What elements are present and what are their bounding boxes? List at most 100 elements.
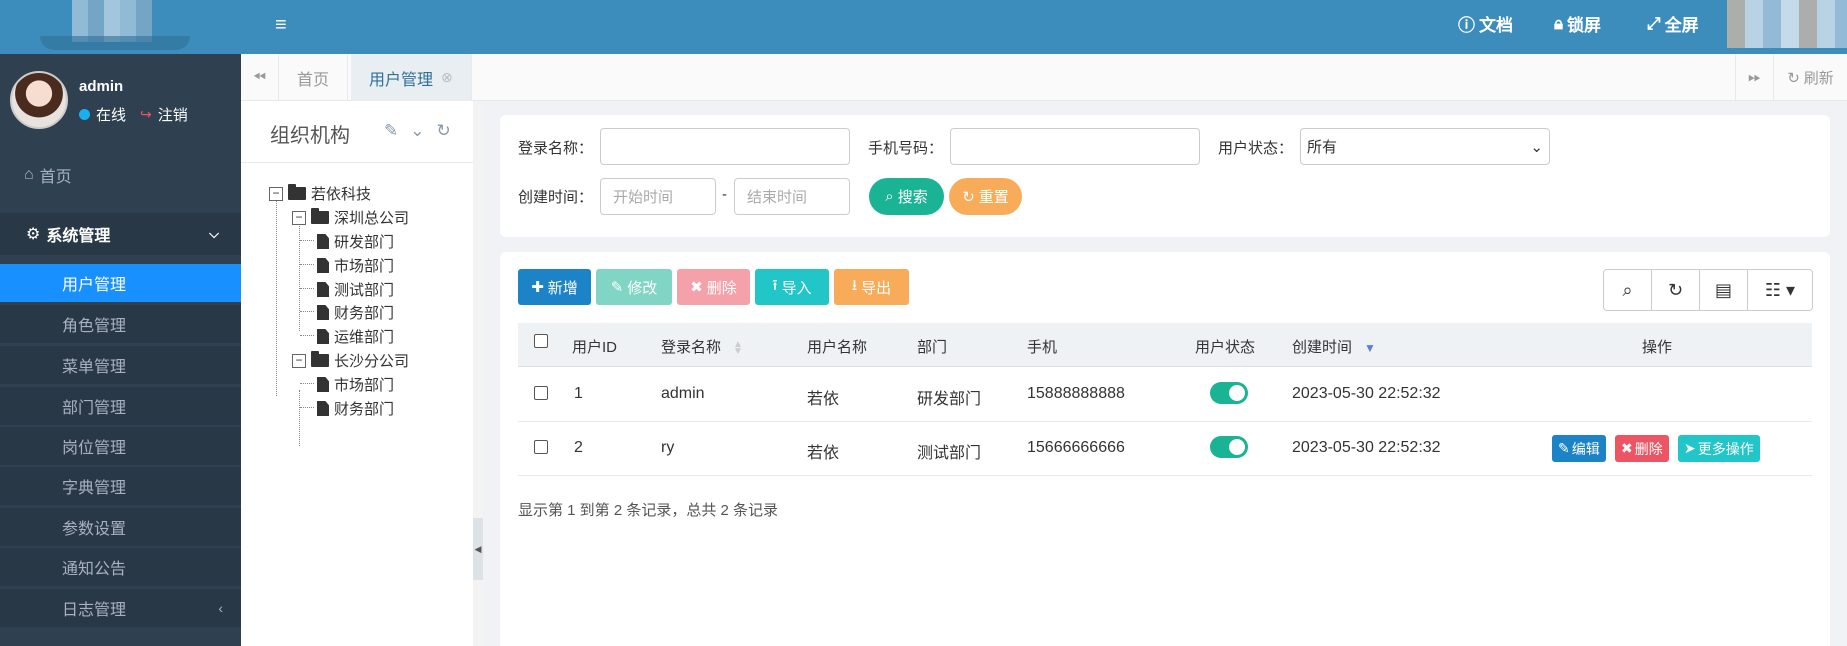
tab-scroll-right-icon[interactable]: ⏩︎ (1735, 54, 1773, 101)
sort-icon: ▲ ▼ (733, 339, 743, 358)
columns-icon[interactable]: ☷ ▾ (1748, 270, 1812, 310)
question-icon: ⓘ (1458, 16, 1475, 35)
row-checkbox[interactable] (534, 386, 548, 400)
tree-node-branch[interactable]: − 深圳总公司 (292, 207, 409, 228)
logout-link[interactable]: 注销 (158, 104, 188, 125)
col-header-login[interactable]: 登录名称 ▲ ▼ (661, 336, 743, 357)
sidebar-item-home[interactable]: ⌂ 首页 (0, 158, 241, 192)
delete-button[interactable]: ✖ 删除 (677, 269, 750, 305)
import-button[interactable]: ⭱ 导入 (755, 269, 829, 305)
docs-link[interactable]: ⓘ 文档 (1458, 11, 1513, 36)
collapse-toggle-icon[interactable]: − (292, 353, 306, 368)
tree-node-label: 测试部门 (334, 282, 395, 299)
tab-home[interactable]: 首页 (279, 54, 349, 101)
tree-line (300, 407, 314, 408)
phone-label: 手机号码： (868, 140, 944, 157)
tree-node-leaf[interactable]: 运维部门 (300, 326, 394, 347)
tab-scroll-left-icon[interactable]: ⏪︎ (241, 54, 279, 101)
search-icon[interactable]: ⌕ (1604, 270, 1652, 310)
logo-shadow (40, 36, 190, 50)
refresh-button[interactable]: ↻ 刷新 (1773, 54, 1847, 101)
chevron-left-icon: ‹ (218, 600, 223, 616)
search-button[interactable]: ⌕ 搜索 (869, 178, 944, 215)
select-all-checkbox[interactable] (534, 334, 548, 348)
login-name-input[interactable] (600, 128, 850, 165)
cell-name: 若依 (807, 445, 840, 462)
col-header-dept[interactable]: 部门 (917, 336, 947, 357)
user-menu-avatar[interactable] (1727, 0, 1847, 48)
collapse-toggle-icon[interactable]: − (269, 186, 283, 201)
add-button[interactable]: ✚ 新增 (518, 269, 591, 305)
sidebar-item-notices[interactable]: 通知公告 (0, 548, 241, 586)
toggle-view-icon[interactable]: ▤ (1700, 270, 1748, 310)
tab-label: 用户管理 (369, 71, 434, 89)
reset-button[interactable]: ↻ 重置 (949, 178, 1022, 215)
tree-node-leaf[interactable]: 测试部门 (300, 279, 395, 300)
sidebar-item-logs[interactable]: 日志管理 ‹ (0, 589, 241, 627)
sort-desc-icon: ▼ (1364, 341, 1376, 355)
online-label: 在线 (96, 107, 127, 124)
collapse-left-icon[interactable]: ◀ (473, 518, 483, 580)
collapse-toggle-icon[interactable]: − (292, 210, 306, 225)
org-panel: 组织机构 ✎ ⌄ ↻ − 若依科技 − 深圳总公司 研发部门 市场部门 测试部门… (241, 101, 473, 646)
search-form: 登录名称： 手机号码： 用户状态： 所有 ⌄ 创建时间： 开始时间 - 结束时间… (500, 115, 1830, 237)
tree-node-leaf[interactable]: 市场部门 (300, 255, 395, 276)
row-delete-button[interactable]: ✖ 删除 (1615, 435, 1669, 462)
refresh-icon[interactable]: ↻ (1652, 270, 1700, 310)
row-more-button[interactable]: ➤ 更多操作 (1678, 435, 1760, 462)
sidebar-item-dicts[interactable]: 字典管理 (0, 467, 241, 505)
status-select[interactable]: 所有 ⌄ (1300, 128, 1550, 165)
phone-input[interactable] (950, 128, 1200, 165)
col-header-created[interactable]: 创建时间 ▼ (1292, 336, 1376, 357)
close-icon: ✖ (1621, 440, 1633, 456)
fullscreen-link[interactable]: ⤢ 全屏 (1647, 11, 1699, 36)
tree-node-label: 财务部门 (334, 401, 395, 418)
refresh-icon[interactable]: ↻ (437, 121, 451, 141)
sidebar-group-system[interactable]: ⚙ 系统管理 ⌵ (0, 213, 241, 255)
tree-node-label: 市场部门 (334, 258, 395, 275)
lock-screen-link[interactable]: 🔒︎ 锁屏 (1554, 11, 1601, 36)
avatar[interactable] (10, 71, 68, 129)
tree-node-leaf[interactable]: 财务部门 (300, 302, 394, 323)
edit-icon[interactable]: ✎ (384, 121, 398, 141)
tree-node-leaf[interactable]: 市场部门 (300, 374, 394, 395)
refresh-label: 刷新 (1803, 70, 1834, 87)
col-header-id[interactable]: 用户ID (572, 336, 617, 357)
tree-node-root[interactable]: − 若依科技 (269, 183, 371, 204)
sidebar-item-params[interactable]: 参数设置 (0, 508, 241, 546)
col-header-status[interactable]: 用户状态 (1195, 336, 1255, 357)
status-toggle[interactable] (1210, 382, 1248, 404)
folder-open-icon (311, 208, 329, 224)
cell-name: 若依 (807, 391, 840, 408)
export-button[interactable]: ⭳ 导出 (834, 269, 909, 305)
edit-button[interactable]: ✎ 修改 (596, 269, 672, 305)
tree-node-leaf[interactable]: 研发部门 (300, 231, 394, 252)
col-header-name[interactable]: 用户名称 (807, 336, 867, 357)
logout-icon[interactable]: ↪ (140, 106, 152, 123)
tree-node-leaf[interactable]: 财务部门 (300, 398, 395, 419)
online-dot-icon (79, 109, 90, 120)
sidebar-item-label: 角色管理 (62, 318, 127, 335)
status-toggle[interactable] (1210, 436, 1248, 458)
sidebar-item-depts[interactable]: 部门管理 (0, 387, 241, 425)
row-checkbox[interactable] (534, 440, 548, 454)
menu-toggle-icon[interactable]: ≡ (275, 14, 287, 37)
chevron-down-icon[interactable]: ⌄ (410, 121, 424, 141)
sidebar-item-label: 首页 (39, 169, 72, 186)
pagination-info: 显示第 1 到第 2 条记录，总共 2 条记录 (518, 502, 779, 519)
file-icon (317, 329, 329, 344)
sidebar-item-label: 部门管理 (62, 400, 127, 417)
start-time-input[interactable]: 开始时间 (600, 178, 716, 215)
tab-user-management[interactable]: 用户管理 ⊗ (351, 54, 472, 101)
sidebar-item-posts[interactable]: 岗位管理 (0, 427, 241, 465)
end-time-input[interactable]: 结束时间 (734, 178, 850, 215)
sidebar-group-label: 系统管理 (46, 228, 111, 245)
col-header-phone[interactable]: 手机 (1027, 336, 1057, 357)
row-edit-button[interactable]: ✎ 编辑 (1552, 435, 1606, 462)
tree-line (300, 311, 314, 312)
sidebar-item-roles[interactable]: 角色管理 (0, 305, 241, 343)
sidebar-item-menus[interactable]: 菜单管理 (0, 346, 241, 384)
close-icon[interactable]: ⊗ (441, 69, 453, 86)
sidebar-item-users[interactable]: 用户管理 (0, 264, 241, 302)
tree-node-branch[interactable]: − 长沙分公司 (292, 350, 409, 371)
